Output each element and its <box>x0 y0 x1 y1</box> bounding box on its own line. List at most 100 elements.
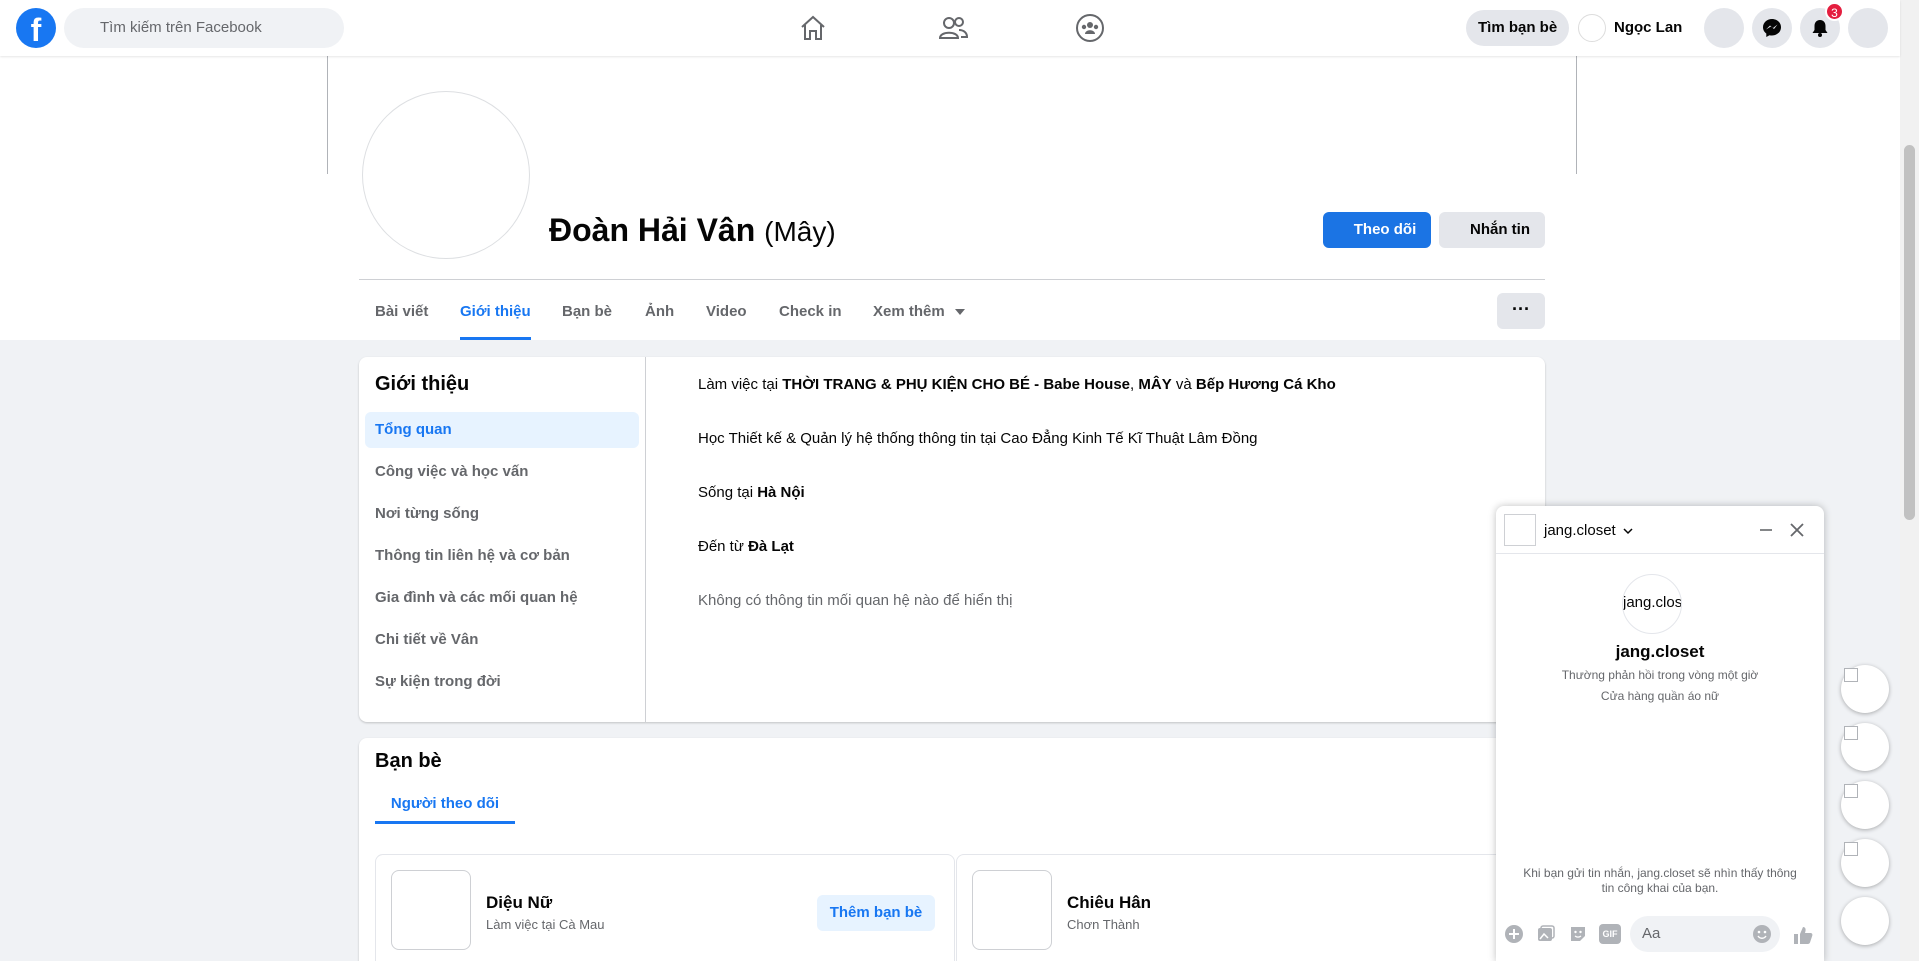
friend-photo[interactable] <box>391 870 471 950</box>
tab-photos[interactable]: Ảnh <box>645 288 674 340</box>
avatar <box>1578 14 1606 43</box>
about-card: Giới thiệu Tổng quan Công việc và học vấ… <box>359 357 1545 722</box>
minimize-icon[interactable] <box>1758 522 1774 538</box>
relationship-info: Không có thông tin mối quan hệ nào để hi… <box>698 592 1013 609</box>
hometown-link[interactable]: Đà Lạt <box>748 538 794 555</box>
workplace-link[interactable]: Bếp Hương Cá Kho <box>1196 376 1336 393</box>
chat-avatar-small <box>1504 514 1536 546</box>
friend-item: Chiêu Hân Chơn Thành <box>956 854 1536 961</box>
emoji-icon[interactable] <box>1752 924 1772 944</box>
chat-head-bubble[interactable] <box>1841 723 1889 771</box>
sticker-icon[interactable] <box>1568 924 1588 944</box>
search-input[interactable]: Tìm kiếm trên Facebook <box>64 8 344 48</box>
photo-icon[interactable] <box>1536 924 1556 944</box>
hometown-info: Đến từ Đà Lạt <box>698 538 794 555</box>
friend-item: Diệu Nữ Làm việc tại Cà Mau Thêm bạn bè <box>375 854 955 961</box>
friends-icon[interactable] <box>937 12 969 44</box>
account-button[interactable] <box>1848 8 1888 48</box>
chat-privacy-notice: Khi bạn gửi tin nhắn, jang.closet sẽ nhì… <box>1523 866 1797 895</box>
from-prefix: Đến từ <box>698 538 749 555</box>
lives-prefix: Sống tại <box>698 484 758 501</box>
profile-full-name: Đoàn Hải Vân <box>549 212 756 248</box>
notifications-button[interactable]: 3 <box>1800 2 1844 48</box>
about-menu-contact[interactable]: Thông tin liên hệ và cơ bản <box>365 538 639 574</box>
follow-button[interactable]: Theo dõi <box>1323 212 1431 248</box>
user-name: Ngọc Lan <box>1614 19 1683 36</box>
message-button[interactable]: Nhắn tin <box>1439 212 1545 248</box>
profile-nickname: (Mây) <box>764 216 836 247</box>
about-menu-life-events[interactable]: Sự kiện trong đời <box>365 664 639 700</box>
friends-title: Bạn bè <box>375 750 442 772</box>
home-icon[interactable] <box>797 12 829 44</box>
tab-about[interactable]: Giới thiệu <box>460 288 531 340</box>
city-link[interactable]: Hà Nội <box>757 484 805 501</box>
workplace-link[interactable]: THỜI TRANG & PHỤ KIỆN CHO BÉ - Babe Hous… <box>782 376 1130 393</box>
divider <box>359 279 1545 280</box>
work-prefix: Làm việc tại <box>698 376 783 393</box>
friend-photo[interactable] <box>972 870 1052 950</box>
work-and: và <box>1171 376 1196 393</box>
profile-shortcut[interactable]: Ngọc Lan <box>1578 10 1682 46</box>
work-info: Làm việc tại THỜI TRANG & PHỤ KIỆN CHO B… <box>698 376 1336 393</box>
cover-border-left <box>327 56 328 174</box>
chat-contact-label: jang.closet <box>1544 522 1616 539</box>
bell-icon <box>1812 20 1828 37</box>
profile-avatar[interactable] <box>362 91 530 259</box>
friend-name[interactable]: Chiêu Hân <box>1067 893 1151 913</box>
scrollbar-thumb[interactable] <box>1904 145 1915 520</box>
menu-button[interactable] <box>1704 8 1744 48</box>
new-message-bubble[interactable] <box>1841 897 1889 945</box>
caret-down-icon <box>954 309 965 316</box>
chat-head-bubble[interactable] <box>1841 839 1889 887</box>
profile-name: Đoàn Hải Vân (Mây) <box>549 212 836 249</box>
about-menu-work-education[interactable]: Công việc và học vấn <box>365 454 639 490</box>
workplace-link[interactable]: MÂY <box>1138 376 1171 393</box>
chat-category: Cửa hàng quần áo nữ <box>1600 689 1720 703</box>
about-menu-family[interactable]: Gia đình và các mối quan hệ <box>365 580 639 616</box>
tab-videos[interactable]: Video <box>706 288 747 340</box>
chat-page-name: jang.closet <box>1615 642 1705 661</box>
about-menu-places[interactable]: Nơi từng sống <box>365 496 639 532</box>
image-placeholder <box>1844 668 1858 682</box>
like-icon[interactable] <box>1792 924 1814 946</box>
tab-friends[interactable]: Bạn bè <box>562 288 612 340</box>
cover-border-right <box>1576 56 1577 174</box>
chat-window: jang.closet jang.clos jang.closet Thường… <box>1496 506 1824 961</box>
top-navigation-bar: f Tìm kiếm trên Facebook Tìm bạn bè Ngọc… <box>0 0 1900 56</box>
groups-icon[interactable] <box>1074 12 1106 44</box>
image-placeholder <box>1844 842 1858 856</box>
more-options-button[interactable]: ··· <box>1497 293 1545 329</box>
notification-badge: 3 <box>1825 2 1844 21</box>
chat-header[interactable]: jang.closet <box>1496 506 1824 554</box>
add-friend-button[interactable]: Thêm bạn bè <box>817 895 935 931</box>
facebook-logo[interactable]: f <box>16 8 56 48</box>
page-scrollbar[interactable] <box>1900 0 1919 961</box>
lives-in-info: Sống tại Hà Nội <box>698 484 805 501</box>
friend-name[interactable]: Diệu Nữ <box>486 893 552 913</box>
tab-followers[interactable]: Người theo dõi <box>375 784 515 824</box>
image-placeholder <box>1844 784 1858 798</box>
chat-contact-name[interactable]: jang.closet <box>1544 522 1633 539</box>
tab-posts[interactable]: Bài viết <box>375 288 428 340</box>
education-info: Học Thiết kế & Quản lý hệ thống thông ti… <box>698 430 1258 447</box>
about-menu-overview[interactable]: Tổng quan <box>365 412 639 448</box>
about-menu-details[interactable]: Chi tiết về Vân <box>365 622 639 658</box>
friend-subtitle: Làm việc tại Cà Mau <box>486 917 605 932</box>
gif-icon[interactable]: GIF <box>1599 924 1621 944</box>
chat-head-bubble[interactable] <box>1841 665 1889 713</box>
tab-check-in[interactable]: Check in <box>779 288 842 340</box>
friends-card: Bạn bè Người theo dõi Diệu Nữ Làm việc t… <box>359 738 1545 961</box>
plus-icon[interactable] <box>1504 924 1524 944</box>
about-title: Giới thiệu <box>375 373 470 395</box>
chat-response-time: Thường phản hồi trong vòng một giờ <box>1561 668 1759 682</box>
about-sidebar: Giới thiệu Tổng quan Công việc và học vấ… <box>359 357 646 722</box>
messenger-button[interactable] <box>1752 8 1792 48</box>
image-placeholder <box>1844 726 1858 740</box>
chat-head-bubble[interactable] <box>1841 781 1889 829</box>
tab-see-more-label: Xem thêm <box>873 303 945 320</box>
close-icon[interactable] <box>1788 521 1806 539</box>
find-friends-button[interactable]: Tìm bạn bè <box>1466 10 1570 46</box>
messenger-icon <box>1763 19 1781 37</box>
chat-avatar[interactable]: jang.clos <box>1622 574 1682 634</box>
tab-see-more[interactable]: Xem thêm <box>873 288 965 340</box>
